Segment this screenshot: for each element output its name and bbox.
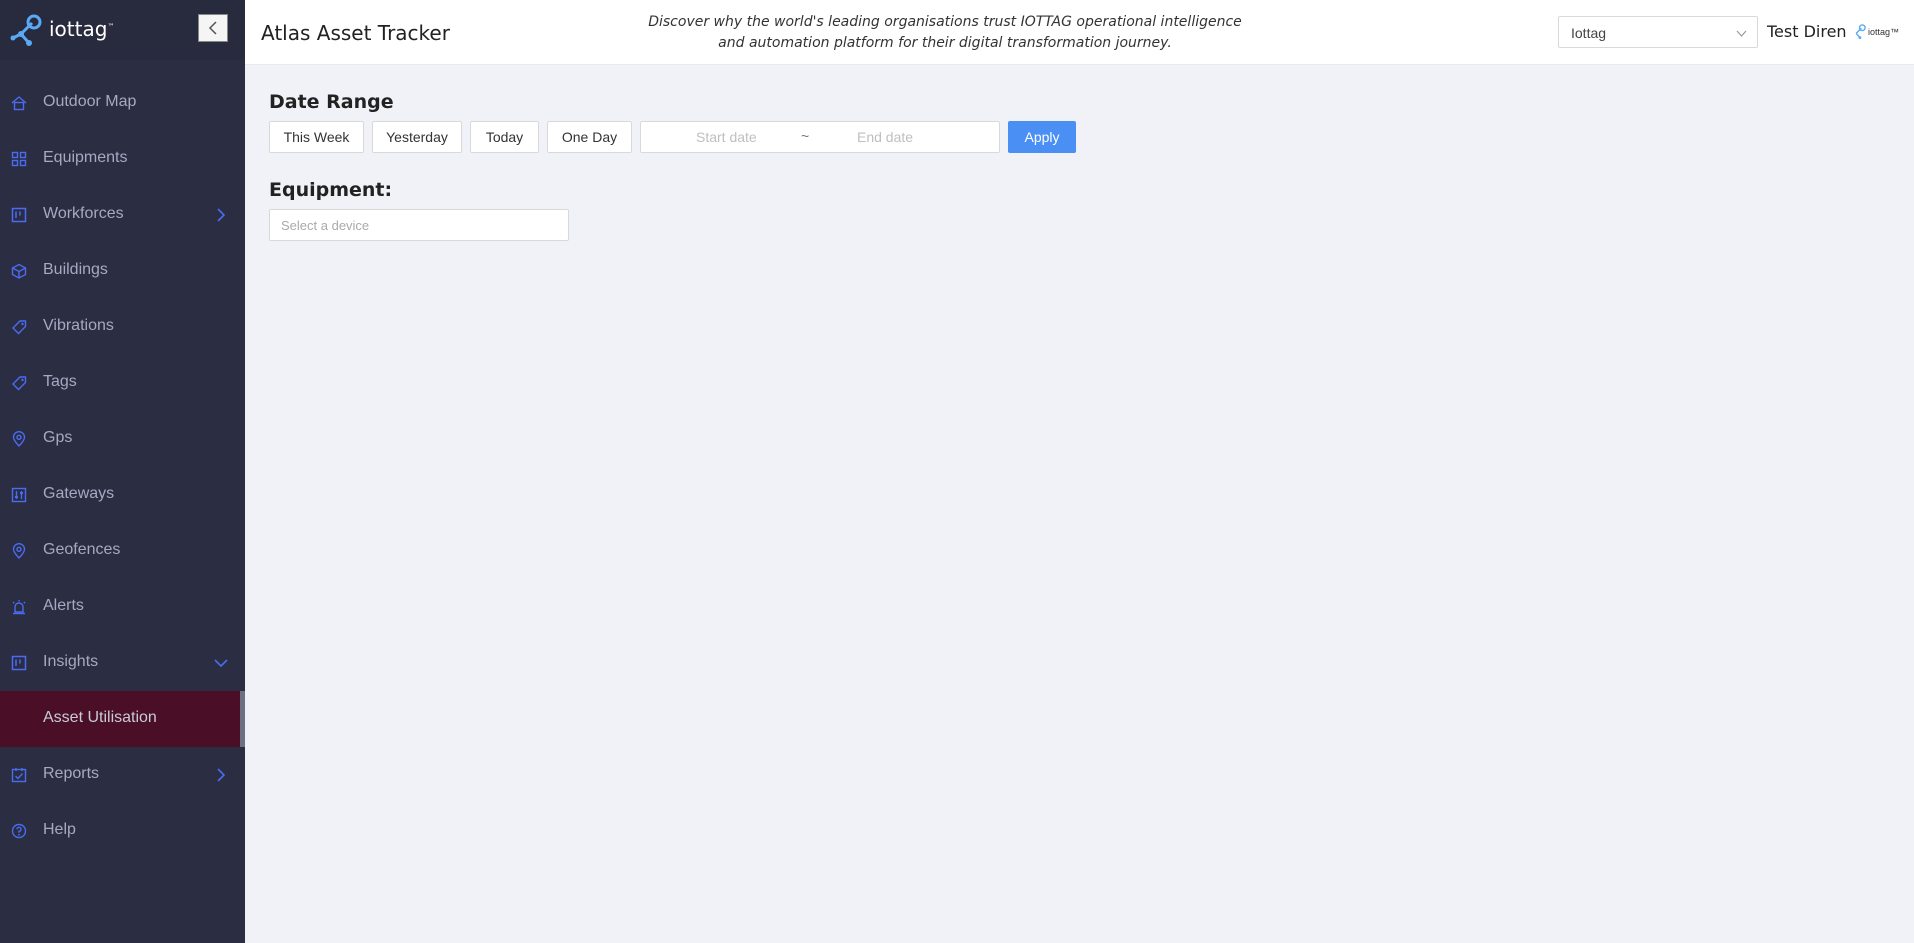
sidebar-item-insights[interactable]: Insights bbox=[0, 635, 245, 691]
checklist-icon bbox=[11, 767, 27, 783]
sidebar: iottag™ Outdoor Map Equipments Workforces B… bbox=[0, 0, 245, 943]
iottag-mini-logo-icon bbox=[1855, 24, 1866, 40]
sidebar-item-label: Reports bbox=[43, 765, 100, 782]
sidebar-item-asset-utilisation[interactable]: Asset Utilisation bbox=[0, 691, 245, 747]
sidebar-item-workforces[interactable]: Workforces bbox=[0, 187, 245, 243]
sidebar-item-label: Gps bbox=[43, 429, 73, 446]
sidebar-item-alerts[interactable]: Alerts bbox=[0, 579, 245, 635]
chevron-down-icon[interactable] bbox=[214, 656, 228, 670]
organisation-select[interactable]: Iottag bbox=[1558, 16, 1758, 48]
sidebar-item-tags[interactable]: Tags bbox=[0, 355, 245, 411]
sidebar-item-equipments[interactable]: Equipments bbox=[0, 131, 245, 187]
iottag-logo-icon bbox=[10, 14, 42, 46]
sidebar-item-label: Buildings bbox=[43, 261, 108, 278]
brand-name: iottag™ bbox=[49, 17, 115, 41]
yesterday-button[interactable]: Yesterday bbox=[372, 121, 462, 153]
sidebar-item-label: Insights bbox=[43, 653, 99, 670]
sidebar-item-label: Tags bbox=[43, 373, 77, 390]
pin-icon bbox=[11, 431, 27, 447]
sidebar-item-geofences[interactable]: Geofences bbox=[0, 523, 245, 579]
start-date-input[interactable]: Start date bbox=[696, 129, 757, 145]
sidebar-item-help[interactable]: Help bbox=[0, 803, 245, 859]
equipment-title: Equipment: bbox=[269, 179, 393, 201]
date-range-picker[interactable]: Start date ~ End date bbox=[640, 121, 1000, 153]
sidebar-item-label: Asset Utilisation bbox=[43, 709, 157, 726]
range-separator: ~ bbox=[801, 128, 810, 144]
sidebar-item-label: Equipments bbox=[43, 149, 128, 166]
sidebar-item-reports[interactable]: Reports bbox=[0, 747, 245, 803]
sidebar-item-vibrations[interactable]: Vibrations bbox=[0, 299, 245, 355]
sidebar-item-label: Outdoor Map bbox=[43, 93, 137, 110]
grid-icon bbox=[11, 151, 27, 167]
organisation-select-value: Iottag bbox=[1571, 25, 1607, 41]
board-icon bbox=[11, 655, 27, 671]
sidebar-item-label: Workforces bbox=[43, 205, 124, 222]
brand-area: iottag™ bbox=[0, 0, 245, 60]
sidebar-item-outdoor-map[interactable]: Outdoor Map bbox=[0, 75, 245, 131]
sidebar-item-buildings[interactable]: Buildings bbox=[0, 243, 245, 299]
device-select-placeholder: Select a device bbox=[281, 218, 370, 233]
date-range-title: Date Range bbox=[269, 91, 394, 113]
help-icon bbox=[11, 823, 27, 839]
today-button[interactable]: Today bbox=[470, 121, 539, 153]
alarm-icon bbox=[11, 599, 27, 615]
sliders-icon bbox=[11, 487, 27, 503]
tag-icon bbox=[11, 375, 27, 391]
top-header: Atlas Asset Tracker Discover why the wor… bbox=[245, 0, 1914, 65]
this-week-button[interactable]: This Week bbox=[269, 121, 364, 153]
collapse-sidebar-button[interactable] bbox=[198, 14, 228, 42]
header-tagline: Discover why the world's leading organis… bbox=[648, 14, 1242, 51]
device-select[interactable]: Select a device bbox=[269, 209, 569, 241]
user-name[interactable]: Test Diren bbox=[1767, 22, 1847, 41]
sidebar-nav: Outdoor Map Equipments Workforces Buildings… bbox=[0, 75, 245, 859]
board-icon bbox=[11, 207, 27, 223]
header-logo: iottag™ bbox=[1851, 24, 1901, 40]
pin-icon bbox=[11, 543, 27, 559]
mini-logo-text: iottag™ bbox=[1868, 27, 1900, 37]
end-date-input[interactable]: End date bbox=[857, 129, 913, 145]
cube-icon bbox=[11, 263, 27, 279]
chevron-left-icon bbox=[208, 21, 217, 35]
apply-button[interactable]: Apply bbox=[1008, 121, 1076, 153]
sidebar-item-label: Vibrations bbox=[43, 317, 114, 334]
page-title: Atlas Asset Tracker bbox=[261, 21, 450, 45]
sidebar-item-label: Geofences bbox=[43, 541, 121, 558]
sidebar-item-label: Help bbox=[43, 821, 76, 838]
chevron-right-icon[interactable] bbox=[214, 768, 228, 782]
chevron-down-icon bbox=[1736, 30, 1747, 37]
tag-icon bbox=[11, 319, 27, 335]
home-icon bbox=[11, 95, 27, 111]
sidebar-item-label: Alerts bbox=[43, 597, 84, 614]
sidebar-item-gps[interactable]: Gps bbox=[0, 411, 245, 467]
sidebar-item-label: Gateways bbox=[43, 485, 115, 502]
sidebar-item-gateways[interactable]: Gateways bbox=[0, 467, 245, 523]
chevron-right-icon[interactable] bbox=[214, 208, 228, 222]
one-day-button[interactable]: One Day bbox=[547, 121, 632, 153]
